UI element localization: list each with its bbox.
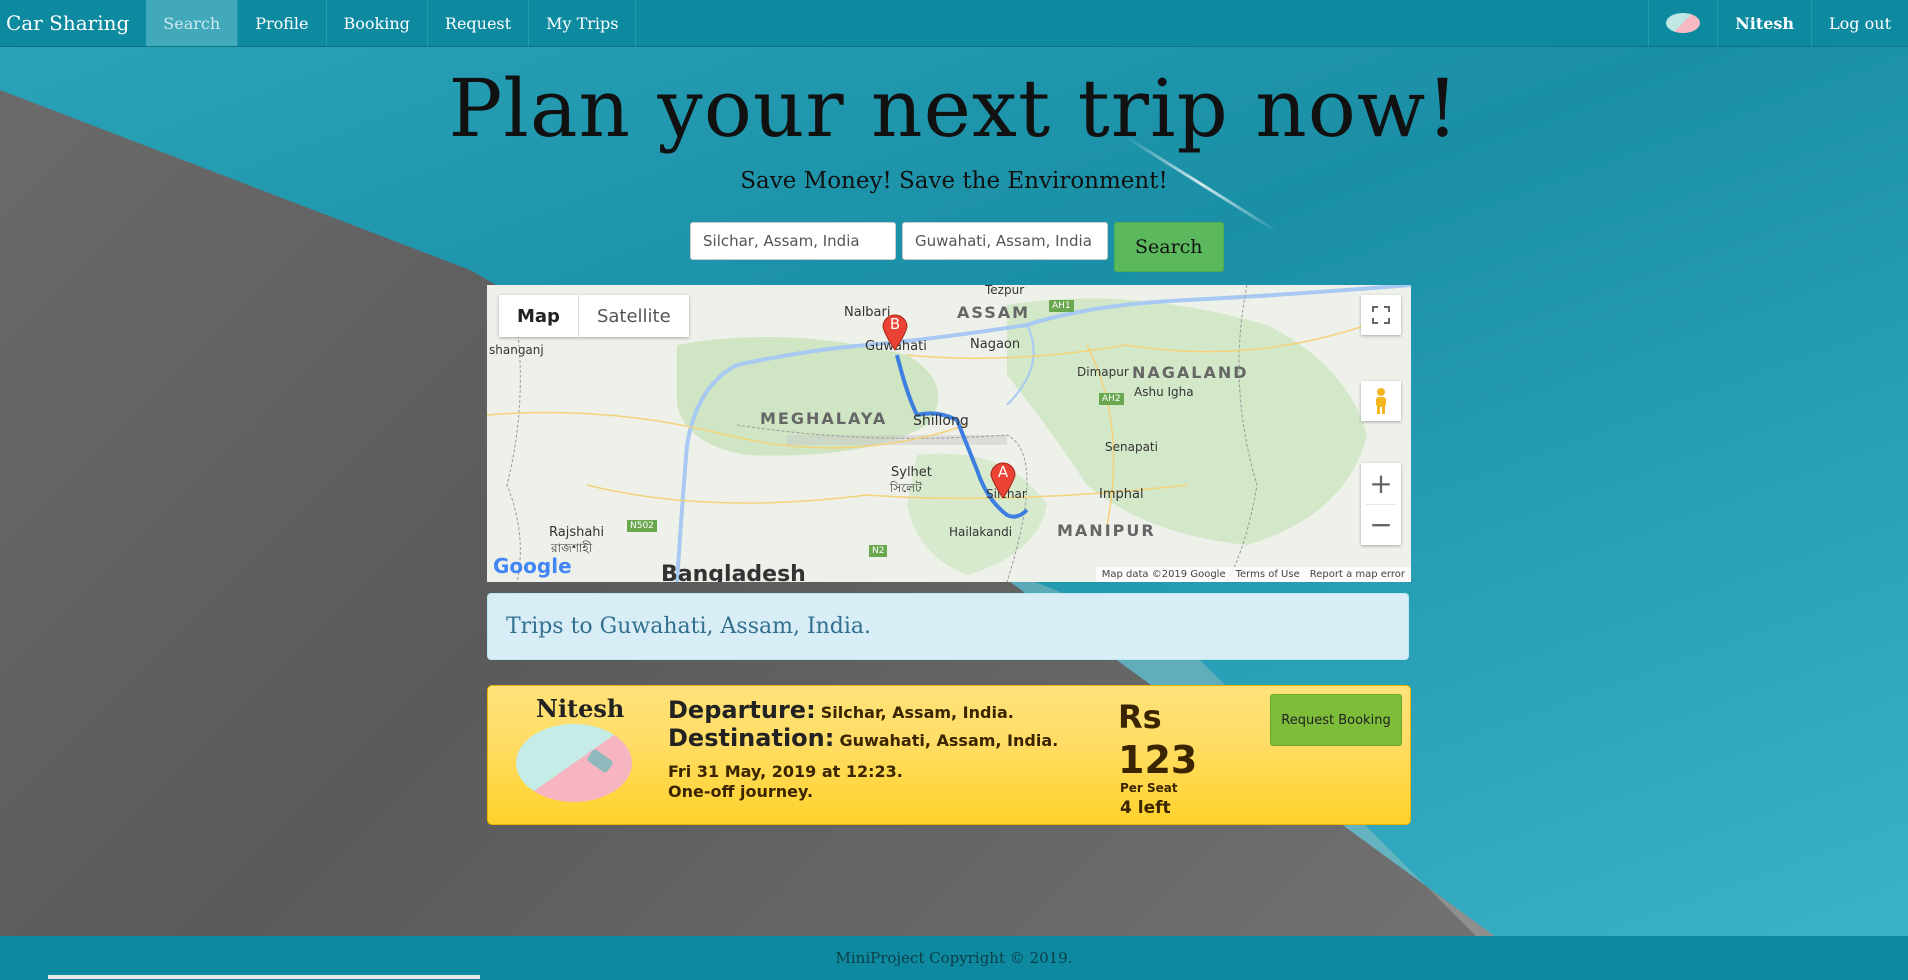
nav-profile[interactable]: Profile <box>238 0 327 46</box>
trip-type: One-off journey. <box>668 782 814 801</box>
seats-left: 4 left <box>1120 798 1171 818</box>
nav-search[interactable]: Search <box>146 0 239 46</box>
map-type-map[interactable]: Map <box>499 295 579 337</box>
nav-username[interactable]: Nitesh <box>1717 0 1811 46</box>
departure-label: Departure: <box>668 696 816 724</box>
map-label-dimapur: Dimapur <box>1077 365 1129 379</box>
to-input[interactable] <box>902 222 1108 260</box>
nav-right: Nitesh Log out <box>1648 0 1908 46</box>
map-attribution: Map data ©2019 Google Terms of Use Repor… <box>1095 567 1411 582</box>
google-logo-text: Google <box>493 554 572 578</box>
destination-value: Guwahati, Assam, India. <box>839 731 1059 750</box>
page-subtitle: Save Money! Save the Environment! <box>740 168 1168 194</box>
destination-row: Destination: Guwahati, Assam, India. <box>668 724 1058 752</box>
report-error-link[interactable]: Report a map error <box>1310 569 1405 580</box>
road-badge-n2: N2 <box>869 545 888 557</box>
road-badge-n502: N502 <box>627 520 657 532</box>
map-data-credit: Map data ©2019 Google <box>1101 569 1226 580</box>
map-label-manipur: MANIPUR <box>1057 521 1156 540</box>
nav-request[interactable]: Request <box>428 0 530 46</box>
nav-avatar-item[interactable] <box>1648 0 1717 46</box>
per-seat-label: Per Seat <box>1120 781 1178 795</box>
map-label-assam: ASSAM <box>957 303 1031 322</box>
marker-b-label: B <box>889 315 901 333</box>
map-label-nagaland: NAGALAND <box>1132 363 1249 382</box>
footer: MiniProject Copyright © 2019. <box>0 936 1908 980</box>
results-banner: Trips to Guwahati, Assam, India. <box>487 593 1409 660</box>
brand-logo[interactable]: Car Sharing <box>0 0 146 46</box>
zoom-control: + − <box>1361 463 1401 545</box>
marker-b-icon[interactable]: B <box>881 311 909 351</box>
map-label-tezpur: Tezpur <box>985 285 1025 297</box>
zoom-out-button[interactable]: − <box>1369 505 1392 545</box>
driver-name: Nitesh <box>536 694 625 723</box>
car-icon <box>586 748 614 774</box>
pegman-icon <box>1376 388 1386 414</box>
map-type-satellite[interactable]: Satellite <box>579 295 689 337</box>
from-input[interactable] <box>690 222 896 260</box>
request-booking-button[interactable]: Request Booking <box>1270 694 1402 746</box>
map-type-control: Map Satellite <box>499 295 689 337</box>
destination-label: Destination: <box>668 724 835 752</box>
marker-a-label: A <box>997 463 1009 481</box>
departure-value: Silchar, Assam, India. <box>820 703 1014 722</box>
nav-my-trips[interactable]: My Trips <box>529 0 637 46</box>
map-label-bangladesh: Bangladesh <box>661 562 806 582</box>
road-badge-ah1: AH1 <box>1049 300 1074 312</box>
map-label-sylhet: Sylhet <box>891 465 932 480</box>
nav-booking[interactable]: Booking <box>327 0 428 46</box>
price-amount: 123 <box>1118 738 1198 782</box>
navbar: Car Sharing Search Profile Booking Reque… <box>0 0 1908 47</box>
fullscreen-button[interactable] <box>1361 295 1401 335</box>
marker-a-icon[interactable]: A <box>989 459 1017 499</box>
trip-card: Nitesh Departure: Silchar, Assam, India.… <box>487 685 1411 825</box>
map-label-meghalaya: MEGHALAYA <box>760 409 888 428</box>
map-label-ashu-igha: Ashu Igha <box>1134 385 1194 399</box>
map-label-rajshahi: Rajshahi <box>549 525 605 540</box>
avatar <box>1666 13 1701 33</box>
logout-link[interactable]: Log out <box>1811 0 1908 46</box>
street-view-button[interactable] <box>1361 381 1401 421</box>
road-badge-ah2: AH2 <box>1099 393 1124 405</box>
terms-of-use-link[interactable]: Terms of Use <box>1236 569 1300 580</box>
fullscreen-icon <box>1372 306 1390 324</box>
map-label-senapati: Senapati <box>1105 440 1158 454</box>
route-map[interactable]: Tezpur ASSAM Nalbari Guwahati Nagaon sha… <box>487 285 1411 582</box>
search-form: Search <box>690 222 1224 272</box>
map-label-hailakandi: Hailakandi <box>949 525 1013 539</box>
map-label-shanganj: shanganj <box>489 343 544 357</box>
departure-row: Departure: Silchar, Assam, India. <box>668 696 1014 724</box>
map-label-imphal: Imphal <box>1099 487 1144 502</box>
driver-avatar <box>516 724 632 802</box>
trip-datetime: Fri 31 May, 2019 at 12:23. <box>668 762 903 781</box>
search-button[interactable]: Search <box>1114 222 1224 272</box>
price-currency: Rs <box>1118 698 1162 736</box>
google-logo: Google <box>493 554 572 578</box>
map-label-sylhet-bn: সিলেট <box>890 481 922 495</box>
footer-scrollbar <box>48 975 480 979</box>
map-label-shillong: Shillong <box>913 413 969 429</box>
map-label-nagaon: Nagaon <box>970 337 1021 352</box>
page-title: Plan your next trip now! <box>448 62 1460 155</box>
zoom-in-button[interactable]: + <box>1366 464 1396 505</box>
